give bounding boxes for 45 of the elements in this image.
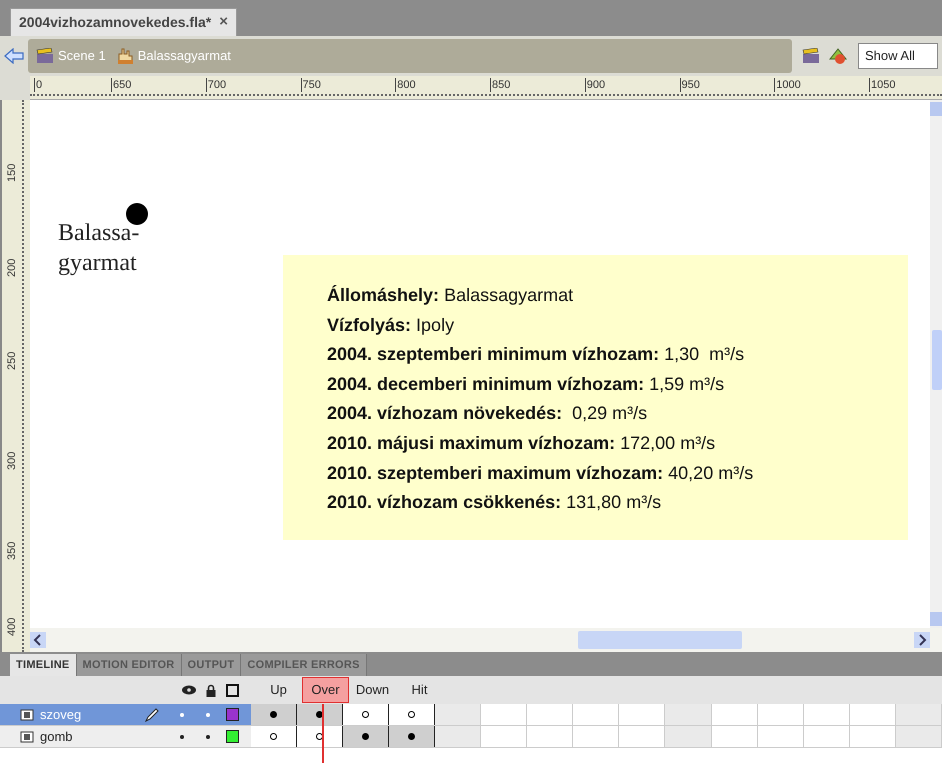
scene-icon bbox=[802, 48, 820, 64]
horizontal-ruler: 0 650 700 750 800 850 900 950 1000 1050 bbox=[30, 76, 942, 100]
close-icon[interactable]: × bbox=[219, 11, 228, 34]
info-line: 2004. szeptemberi minimum vízhozam: 1,30 m³/s bbox=[327, 343, 746, 366]
frame-label[interactable]: Up bbox=[255, 677, 302, 703]
frame-cell[interactable] bbox=[250, 704, 297, 725]
info-line: Állomáshely: Balassagyarmat bbox=[327, 284, 574, 307]
info-line: Vízfolyás: Ipoly bbox=[327, 314, 456, 337]
layer-color-swatch[interactable] bbox=[226, 708, 239, 721]
frame-cell[interactable] bbox=[342, 726, 389, 747]
info-line: 2004. vízhozam növekedés: 0,29 m³/s bbox=[327, 402, 648, 426]
eye-icon[interactable] bbox=[182, 685, 196, 695]
pencil-icon bbox=[144, 706, 160, 722]
vertical-ruler: 150 200 250 300 350 400 bbox=[0, 100, 30, 652]
document-tab[interactable]: 2004vizhozamnovekedes.fla* × bbox=[10, 8, 237, 36]
frame-cell[interactable] bbox=[250, 726, 297, 747]
scroll-left-icon[interactable] bbox=[30, 632, 46, 648]
vertical-scrollbar[interactable] bbox=[930, 100, 942, 628]
layer-name: gomb bbox=[40, 728, 73, 746]
info-line: 2010. szeptemberi maximum vízhozam: 40,20 m³/s bbox=[327, 462, 754, 485]
layer-icon bbox=[20, 708, 34, 720]
info-line: 2010. vízhozam csökkenés: 131,80 m³/s bbox=[327, 491, 662, 514]
scroll-right-icon[interactable] bbox=[914, 632, 930, 648]
panel-tab[interactable]: TIMELINE bbox=[10, 654, 77, 676]
back-arrow-icon[interactable] bbox=[4, 48, 24, 64]
location-label: Balassa- gyarmat bbox=[58, 219, 140, 278]
frame-label[interactable]: Down bbox=[349, 677, 396, 703]
lock-icon[interactable] bbox=[206, 684, 216, 696]
layer-icon bbox=[20, 730, 34, 742]
info-line: 2010. májusi maximum vízhozam: 172,00 m³/s bbox=[327, 432, 716, 455]
layer-name: szoveg bbox=[40, 706, 82, 724]
clapperboard-icon bbox=[36, 48, 54, 64]
frame-label[interactable]: Hit bbox=[396, 677, 443, 703]
zoom-select[interactable]: Show All bbox=[858, 43, 938, 69]
hand-icon bbox=[116, 47, 134, 65]
frame-cell[interactable] bbox=[296, 726, 343, 747]
info-line: 2004. decemberi minimum vízhozam: 1,59 m³/s bbox=[327, 372, 726, 396]
layer-color-swatch[interactable] bbox=[226, 730, 239, 743]
frame-cell[interactable] bbox=[296, 704, 343, 725]
frame-label[interactable]: Over bbox=[302, 677, 349, 703]
shapes-icon[interactable] bbox=[828, 47, 850, 65]
location-dot bbox=[126, 203, 148, 225]
outline-square-icon[interactable] bbox=[226, 684, 239, 696]
layer-row[interactable]: gomb bbox=[0, 726, 251, 747]
frame-cell[interactable] bbox=[388, 726, 435, 747]
